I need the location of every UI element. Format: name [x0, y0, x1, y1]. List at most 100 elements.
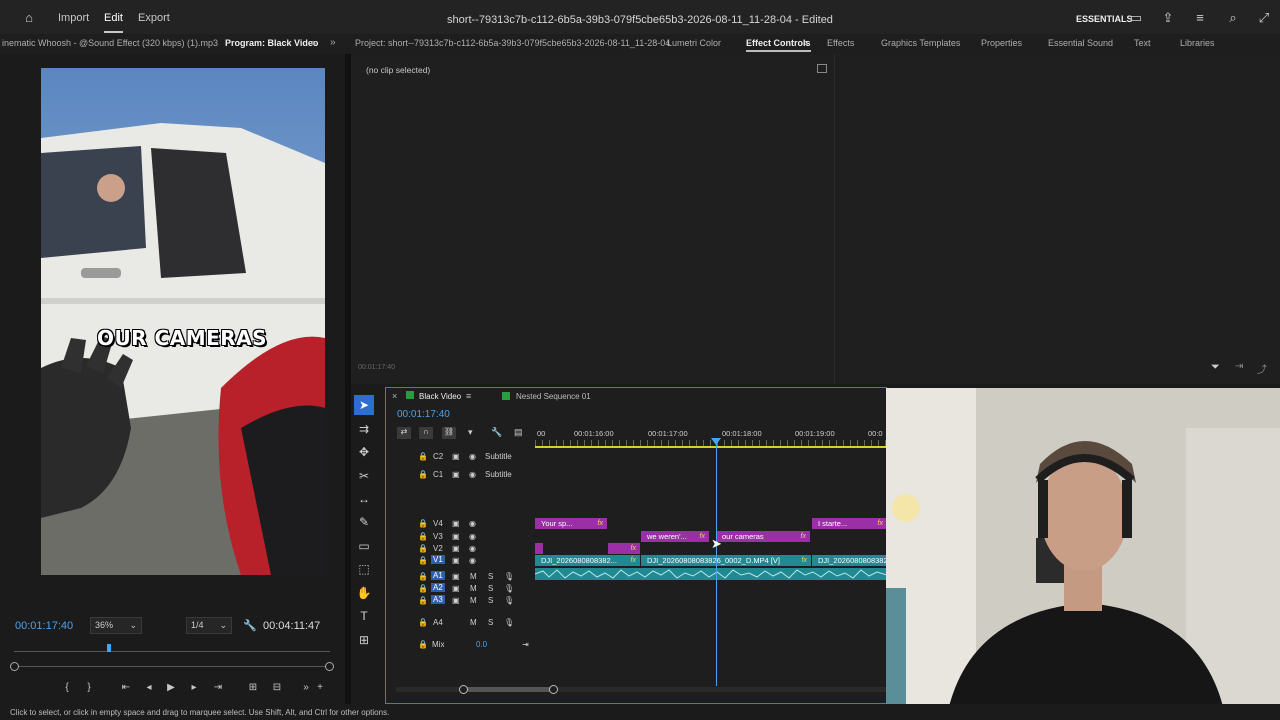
lock-icon[interactable]: 🔒	[418, 470, 428, 479]
film-icon[interactable]: ▣	[452, 596, 460, 605]
send-icon[interactable]: ⤴	[1257, 361, 1267, 376]
captions-tool-icon[interactable]: ⊞	[354, 630, 374, 650]
mute-button[interactable]: M	[470, 572, 477, 581]
scroll-handle-right[interactable]	[549, 685, 558, 694]
nest-toggle-icon[interactable]: ⇄	[397, 427, 411, 439]
microphone-icon[interactable]: 🎙	[504, 618, 514, 627]
timeline-timecode[interactable]: 00:01:17:40	[397, 409, 450, 420]
track-select-tool-icon[interactable]: ⇉	[354, 419, 374, 439]
program-current-time[interactable]: 00:01:17:40	[15, 620, 73, 632]
tab-lumetri-color[interactable]: Lumetri Color	[667, 38, 721, 48]
microphone-icon[interactable]: 🎙	[504, 572, 514, 581]
lock-icon[interactable]: 🔒	[418, 596, 428, 605]
scroll-handle-left[interactable]	[459, 685, 468, 694]
selection-tool-icon[interactable]: ➤	[354, 395, 374, 415]
fullscreen-icon[interactable]: ⤢	[1257, 11, 1271, 25]
mute-button[interactable]: M	[470, 618, 477, 627]
captions-display-icon[interactable]: ▤	[514, 427, 523, 438]
pen-tool-icon[interactable]: ✎	[354, 512, 374, 532]
film-icon[interactable]: ▣	[452, 572, 460, 581]
mute-button[interactable]: M	[470, 584, 477, 593]
mix-value[interactable]: 0.0	[476, 640, 487, 649]
panel-menu-icon[interactable]: ≡	[311, 38, 316, 48]
quick-actions-icon[interactable]: ⌕	[1226, 11, 1240, 25]
tab-properties[interactable]: Properties	[981, 38, 1022, 48]
program-playhead[interactable]	[107, 644, 111, 652]
rectangle-tool-icon[interactable]: ▭	[354, 536, 374, 556]
track-label-a3[interactable]: A3	[431, 595, 445, 604]
extract-icon[interactable]: ⊟	[270, 682, 284, 693]
eye-icon[interactable]: ◉	[469, 452, 476, 461]
mark-out-icon[interactable]: }	[82, 682, 96, 693]
mark-in-icon[interactable]: {	[60, 682, 74, 693]
zoom-handle-right[interactable]	[325, 662, 334, 671]
film-icon[interactable]: ▣	[452, 584, 460, 593]
close-tab-icon[interactable]: ×	[392, 391, 397, 401]
share-icon[interactable]: ⇪	[1161, 11, 1175, 25]
work-area-bar[interactable]	[535, 446, 887, 448]
resolution-select[interactable]: 1/4 ⌄	[186, 617, 232, 634]
tab-graphics-templates[interactable]: Graphics Templates	[881, 38, 960, 48]
lift-icon[interactable]: ⊞	[246, 682, 260, 693]
clip-v1-dji-c[interactable]: DJI_20260808083826...	[812, 555, 887, 566]
step-forward-icon[interactable]: ▸	[187, 682, 201, 693]
go-to-end-icon[interactable]: ⇥	[522, 640, 529, 649]
razor-tool-icon[interactable]: ✂	[354, 466, 374, 486]
export-icon[interactable]: ⇥	[1235, 361, 1243, 372]
clip-v4-your-sp[interactable]: Your sp... fx	[535, 518, 607, 529]
timeline-playhead[interactable]	[716, 438, 717, 686]
lock-icon[interactable]: 🔒	[418, 556, 428, 565]
clip-v4-i-starte[interactable]: I starte... fx	[812, 518, 887, 529]
film-icon[interactable]: ▣	[452, 556, 460, 565]
ripple-edit-tool-icon[interactable]: ✥	[354, 442, 374, 462]
track-label-v1[interactable]: V1	[431, 555, 445, 564]
clip-v2-b[interactable]: fx	[608, 543, 640, 554]
filter-icon[interactable]: ⏷	[1211, 361, 1220, 374]
more-tabs-icon[interactable]: »	[330, 37, 336, 48]
panel-menu-icon[interactable]: ≡	[466, 391, 471, 401]
play-icon[interactable]: ▶	[164, 682, 178, 693]
linked-selection-icon[interactable]: ⛓	[442, 427, 456, 439]
go-to-out-icon[interactable]: ⇥	[211, 682, 225, 693]
zoom-select[interactable]: 36% ⌄	[90, 617, 142, 634]
solo-button[interactable]: S	[488, 596, 493, 605]
clip-a1-audio[interactable]	[535, 568, 887, 580]
clip-v1-dji-a[interactable]: DJI_2026080808382... fx	[535, 555, 640, 566]
eye-icon[interactable]: ◉	[469, 532, 476, 541]
solo-button[interactable]: S	[488, 584, 493, 593]
workspace-label[interactable]: ESSENTIALS	[1076, 14, 1133, 24]
tab-nested-sequence[interactable]: Nested Sequence 01	[516, 392, 591, 401]
lock-icon[interactable]: 🔒	[418, 572, 428, 581]
microphone-icon[interactable]: 🎙	[504, 584, 514, 593]
tab-essential-sound[interactable]: Essential Sound	[1048, 38, 1113, 48]
film-icon[interactable]: ▣	[452, 544, 460, 553]
menu-icon[interactable]: ≡	[1193, 11, 1207, 25]
wrench-icon[interactable]: 🔧	[243, 619, 257, 632]
add-marker-icon[interactable]: ▾	[468, 427, 473, 438]
playhead-handle[interactable]	[711, 438, 721, 445]
lock-icon[interactable]: 🔒	[418, 519, 428, 528]
microphone-icon[interactable]: 🎙	[504, 596, 514, 605]
timeline-scrollbar-thumb[interactable]	[464, 687, 554, 692]
tab-source-audio[interactable]: inematic Whoosh - @Sound Effect (320 kbp…	[2, 38, 218, 48]
tab-project[interactable]: Project: short--79313c7b-c112-6b5a-39b3-…	[355, 38, 670, 48]
lock-icon[interactable]: 🔒	[418, 640, 428, 649]
lock-icon[interactable]: 🔒	[418, 532, 428, 541]
workspace-panel-icon[interactable]: ▭	[1129, 11, 1143, 25]
film-icon[interactable]: ▣	[452, 532, 460, 541]
zoom-handle-left[interactable]	[10, 662, 19, 671]
eye-icon[interactable]: ◉	[469, 544, 476, 553]
type-tool-icon[interactable]: T	[354, 606, 374, 626]
clip-v3-our-cameras[interactable]: our cameras fx	[716, 531, 810, 542]
lock-icon[interactable]: 🔒	[418, 584, 428, 593]
solo-button[interactable]: S	[488, 618, 493, 627]
panel-menu-icon[interactable]: ≡	[803, 38, 808, 48]
eye-icon[interactable]: ◉	[469, 556, 476, 565]
track-label-a2[interactable]: A2	[431, 583, 445, 592]
film-icon[interactable]: ▣	[452, 470, 460, 479]
eye-icon[interactable]: ◉	[469, 470, 476, 479]
tab-effect-controls[interactable]: Effect Controls	[746, 38, 811, 52]
snap-icon[interactable]: ∩	[419, 427, 433, 439]
solo-button[interactable]: S	[488, 572, 493, 581]
mute-button[interactable]: M	[470, 596, 477, 605]
